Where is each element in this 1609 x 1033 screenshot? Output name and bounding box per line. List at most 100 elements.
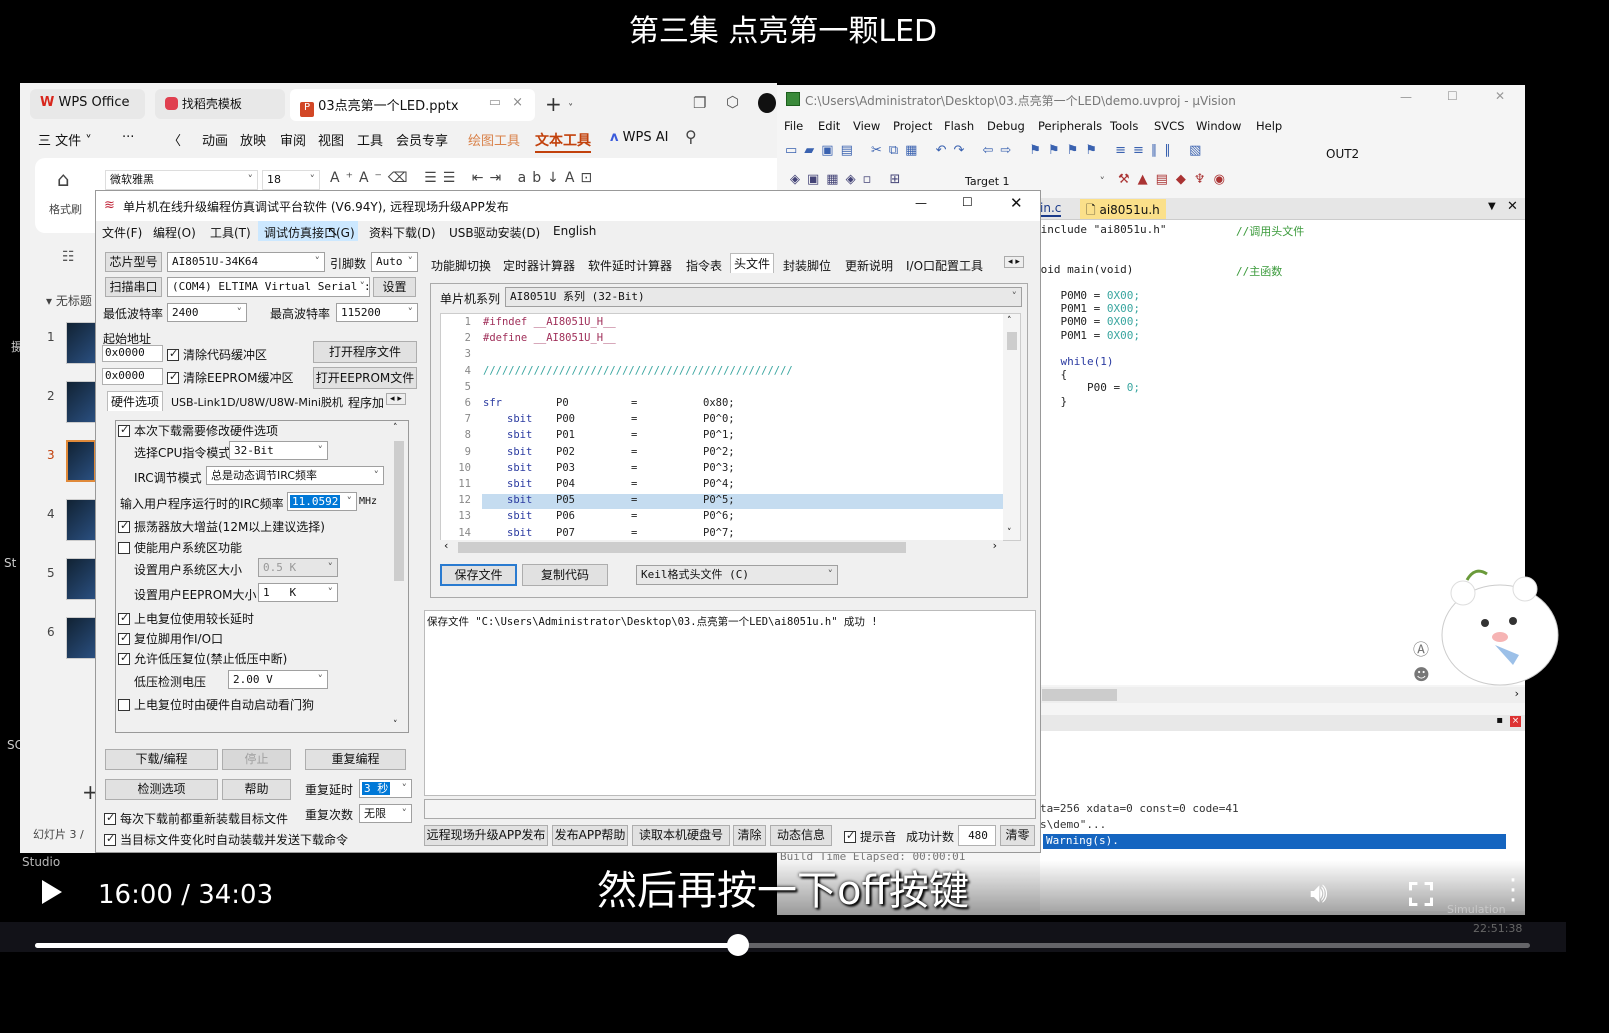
font-size-select[interactable]: 18 ˅ <box>262 170 320 190</box>
auto-load-checkbox[interactable]: 当目标文件变化时自动装载并发送下载命令 <box>104 831 348 848</box>
minimize-button[interactable]: — <box>1400 90 1412 104</box>
hw-scrollbar[interactable]: ˄ ˅ <box>390 421 407 732</box>
tool-tab[interactable]: 定时器计算器 <box>500 256 578 275</box>
pins-select[interactable]: Auto ˅ <box>371 252 418 272</box>
font-select[interactable]: 微软雅黑 ˅ <box>105 170 258 190</box>
clear-log-button[interactable]: 清除 <box>733 825 766 846</box>
repeat-count-select[interactable]: 无限 ˅ <box>359 804 412 823</box>
download-program-button[interactable]: 下载/编程 <box>105 749 218 770</box>
chip-type-button[interactable]: 芯片型号 <box>105 252 162 272</box>
open-program-button[interactable]: 打开程序文件 <box>313 341 417 363</box>
reload-checkbox[interactable]: 每次下载前都重新装载目标文件 <box>104 810 288 827</box>
repeat-program-button[interactable]: 重复编程 <box>305 749 406 770</box>
eeprom-addr-input[interactable]: 0x0000 <box>102 368 163 385</box>
long-delay-checkbox[interactable]: 上电复位使用较长延时 <box>118 610 254 627</box>
max-baud-select[interactable]: 115200 ˅ <box>336 303 418 322</box>
wps-menu-item[interactable]: 工具 <box>357 130 383 149</box>
irc-freq-select[interactable]: 11.0592 ˅ <box>287 492 357 511</box>
save-file-button[interactable]: 保存文件 <box>440 564 517 586</box>
close-tab-icon[interactable]: × <box>512 95 523 110</box>
more-options-icon[interactable]: · · · <box>1508 868 1518 914</box>
isp-menu-item[interactable]: 调试仿真接口(G) <box>264 224 355 241</box>
outline-view-icon[interactable]: ☷ <box>62 249 75 265</box>
avatar[interactable] <box>758 93 776 113</box>
isp-menu-item[interactable]: 文件(F) <box>102 224 142 241</box>
tab-list-icon[interactable]: ▼ <box>1488 201 1496 212</box>
wdt-checkbox[interactable]: 上电复位时由硬件自动启动看门狗 <box>118 696 314 713</box>
keil-menu-item[interactable]: Edit <box>818 119 840 133</box>
progress-handle[interactable] <box>726 934 749 956</box>
maximize-button[interactable]: ☐ <box>962 195 973 209</box>
keil-menu-item[interactable]: Window <box>1196 119 1241 133</box>
beep-checkbox[interactable]: 提示音 <box>844 828 896 845</box>
slide-thumbnail[interactable] <box>66 499 96 541</box>
editor-tab-main[interactable]: in.c <box>1040 201 1062 217</box>
wps-tab[interactable]: 找稻壳模板 <box>155 89 285 119</box>
wps-tab-active[interactable]: P 03点亮第一个LED.pptx × ▭ <box>290 89 535 121</box>
dynamic-info-button[interactable]: 动态信息 <box>770 825 832 846</box>
lvr-checkbox[interactable]: 允许低压复位(禁止低压中断) <box>118 650 287 667</box>
open-eeprom-button[interactable]: 打开EEPROM文件 <box>313 367 417 389</box>
port-select[interactable]: (COM4) ELTIMA Virtual Serial : ˅ <box>167 277 370 297</box>
wps-menu-item[interactable]: 放映 <box>240 130 266 149</box>
keil-menu-item[interactable]: Debug <box>987 119 1025 133</box>
series-select[interactable]: AI8051U 系列 (32-Bit) ˅ <box>505 287 1022 307</box>
slide-thumbnail[interactable] <box>66 440 96 482</box>
code-hscroll[interactable]: ‹ › <box>440 539 1003 555</box>
search-icon[interactable]: ⚲ <box>685 127 697 146</box>
isp-menu-item[interactable]: 工具(T) <box>210 224 251 241</box>
wps-menu-item[interactable]: 视图 <box>318 130 344 149</box>
tab-program-encrypt[interactable]: 程序加 <box>345 393 387 412</box>
header-code-editor[interactable]: 1 #ifndef __AI8051U_H__ 2 #define __AI8051U… <box>440 313 1021 541</box>
publish-help-button[interactable]: 发布APP帮助 <box>552 825 628 846</box>
wps-menu-item[interactable]: 会员专享 <box>396 130 448 149</box>
irc-mode-select[interactable]: 总是动态调节IRC频率 ˅ <box>206 466 384 485</box>
tab-usb-link[interactable]: USB-Link1D/U8W/U8W-Mini脱机 <box>168 393 346 411</box>
text-format-icons[interactable]: A⁺A⁻⌫ ☰☰ ⇤⇥ ab↓A⊡ <box>330 170 598 186</box>
window-icon[interactable]: ❐ <box>693 94 706 112</box>
debug-toolbar[interactable]: ⚒▲▤◆♆◉ <box>1118 172 1233 187</box>
sys-size-select[interactable]: 0.5 K ˅ <box>258 558 338 577</box>
format-painter-icon[interactable]: ⌂ <box>57 167 70 191</box>
min-baud-select[interactable]: 2400 ˅ <box>167 303 247 322</box>
keil-menu-item[interactable]: Project <box>893 119 932 133</box>
slide-thumbnail[interactable] <box>66 617 96 659</box>
play-button[interactable] <box>42 880 62 904</box>
chip-select[interactable]: AI8051U-34K64 ˅ <box>167 252 325 272</box>
wps-menu-item[interactable]: 审阅 <box>280 130 306 149</box>
build-toolbar[interactable]: ◈▣▦◈▫ ⊞ <box>790 172 907 187</box>
reset-count-button[interactable]: 清零 <box>1000 825 1035 846</box>
editor-tab-header[interactable]: 🗋 ai8051u.h <box>1080 199 1166 219</box>
slide-thumbnail[interactable] <box>66 381 96 423</box>
keil-menu-item[interactable]: SVCS <box>1154 119 1185 133</box>
wps-more-menu[interactable]: ··· <box>122 130 134 145</box>
isp-menu-item[interactable]: 编程(O) <box>153 224 196 241</box>
scan-port-button[interactable]: 扫描串口 <box>105 277 162 297</box>
keil-menu-item[interactable]: Flash <box>944 119 974 133</box>
tab-scroll-arrows[interactable]: ◂ ▸ <box>1004 256 1024 268</box>
screen-icon[interactable]: ▭ <box>489 95 501 110</box>
tab-scroll-arrows[interactable]: ◂ ▸ <box>386 393 406 405</box>
reset-io-checkbox[interactable]: 复位脚用作I/O口 <box>118 630 223 647</box>
isp-menu-item[interactable]: USB驱动安装(D) <box>449 224 540 241</box>
keil-menu-item[interactable]: Tools <box>1110 119 1138 133</box>
close-button[interactable]: ✕ <box>1495 89 1505 103</box>
user-sys-checkbox[interactable]: 使能用户系统区功能 <box>118 539 242 556</box>
wps-ai-button[interactable]: ʌ WPS AI <box>610 130 668 145</box>
repeat-delay-select[interactable]: 3 秒 ˅ <box>359 779 412 798</box>
code-addr-input[interactable]: 0x0000 <box>102 345 163 362</box>
read-disk-button[interactable]: 读取本机硬盘号 <box>632 825 730 846</box>
clear-eeprom-checkbox[interactable]: 清除EEPROM缓冲区 <box>167 369 294 386</box>
tool-tab[interactable]: 封装脚位 <box>780 256 834 275</box>
close-panel-icon[interactable]: × <box>1510 716 1521 727</box>
wps-file-menu[interactable]: 三 文件 ˅ <box>38 130 92 149</box>
copy-code-button[interactable]: 复制代码 <box>522 564 608 586</box>
slide-thumbnail[interactable] <box>66 322 96 364</box>
wps-draw-tools[interactable]: 绘图工具 <box>468 130 520 149</box>
tool-tab[interactable]: 指令表 <box>683 256 725 275</box>
maximize-button[interactable]: ☐ <box>1447 89 1458 103</box>
new-tab-button[interactable]: + ˅ <box>545 92 573 116</box>
lvd-select[interactable]: 2.00 V ˅ <box>228 670 328 689</box>
port-settings-button[interactable]: 设置 <box>373 277 416 297</box>
wps-scroll-left[interactable]: 〈 <box>168 130 181 149</box>
